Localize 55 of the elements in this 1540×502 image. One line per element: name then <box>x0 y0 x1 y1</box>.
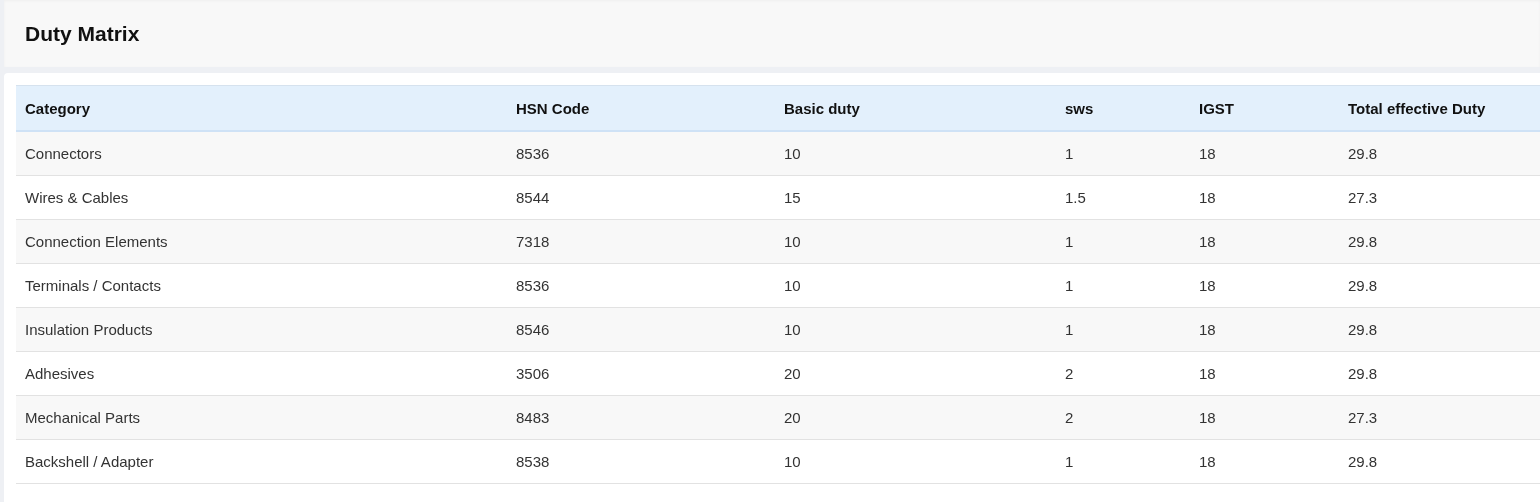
table-cell: 1 <box>1056 439 1190 484</box>
page-title: Duty Matrix <box>25 21 140 46</box>
table-cell: 10 <box>775 219 1056 264</box>
table-cell: 1 <box>1056 131 1190 176</box>
table-cell: 18 <box>1190 351 1339 396</box>
table-cell: Connection Elements <box>16 219 507 264</box>
table-cell: 1 <box>1056 307 1190 352</box>
table-cell: 8483 <box>507 395 775 440</box>
column-header: Total effective Duty <box>1339 85 1540 131</box>
column-header: HSN Code <box>507 85 775 131</box>
table-cell: 18 <box>1190 439 1339 484</box>
table-cell: 1.5 <box>1056 175 1190 220</box>
table-cell: 18 <box>1190 131 1339 176</box>
table-cell: Insulation Products <box>16 307 507 352</box>
table-cell: 8546 <box>507 307 775 352</box>
table-cell: 18 <box>1190 219 1339 264</box>
table-cell: 29.8 <box>1339 439 1540 484</box>
table-cell: 18 <box>1190 175 1339 220</box>
table-cell: 18 <box>1190 263 1339 308</box>
table-cell: 10 <box>775 439 1056 484</box>
table-cell: 8544 <box>507 175 775 220</box>
table-cell: 10 <box>775 131 1056 176</box>
table-cell: 29.8 <box>1339 219 1540 264</box>
table-cell: 8536 <box>507 131 775 176</box>
table-cell: 2 <box>1056 395 1190 440</box>
column-header: IGST <box>1190 85 1339 131</box>
column-header: sws <box>1056 85 1190 131</box>
table-cell: 2 <box>1056 351 1190 396</box>
table-cell: 15 <box>775 175 1056 220</box>
table-cell: 8536 <box>507 263 775 308</box>
table-cell: 27.3 <box>1339 395 1540 440</box>
column-header: Basic duty <box>775 85 1056 131</box>
table-cell: 18 <box>1190 307 1339 352</box>
table-cell: Adhesives <box>16 351 507 396</box>
table-cell: 20 <box>775 395 1056 440</box>
table-cell: 8538 <box>507 439 775 484</box>
table-cell: 29.8 <box>1339 307 1540 352</box>
table-cell: Mechanical Parts <box>16 395 507 440</box>
table-cell: 29.8 <box>1339 351 1540 396</box>
table-cell: 29.8 <box>1339 263 1540 308</box>
table-cell: 10 <box>775 263 1056 308</box>
table-cell: Connectors <box>16 131 507 176</box>
table-cell: Terminals / Contacts <box>16 263 507 308</box>
column-header: Category <box>16 85 507 131</box>
table-cell: 29.8 <box>1339 131 1540 176</box>
table-cell: 18 <box>1190 395 1339 440</box>
table-cell: Wires & Cables <box>16 175 507 220</box>
table-cell: 1 <box>1056 219 1190 264</box>
table-cell: Backshell / Adapter <box>16 439 507 484</box>
table-cell: 10 <box>775 307 1056 352</box>
table-cell: 27.3 <box>1339 175 1540 220</box>
table-cell: 20 <box>775 351 1056 396</box>
table-cell: 7318 <box>507 219 775 264</box>
table-cell: 1 <box>1056 263 1190 308</box>
table-cell: 3506 <box>507 351 775 396</box>
